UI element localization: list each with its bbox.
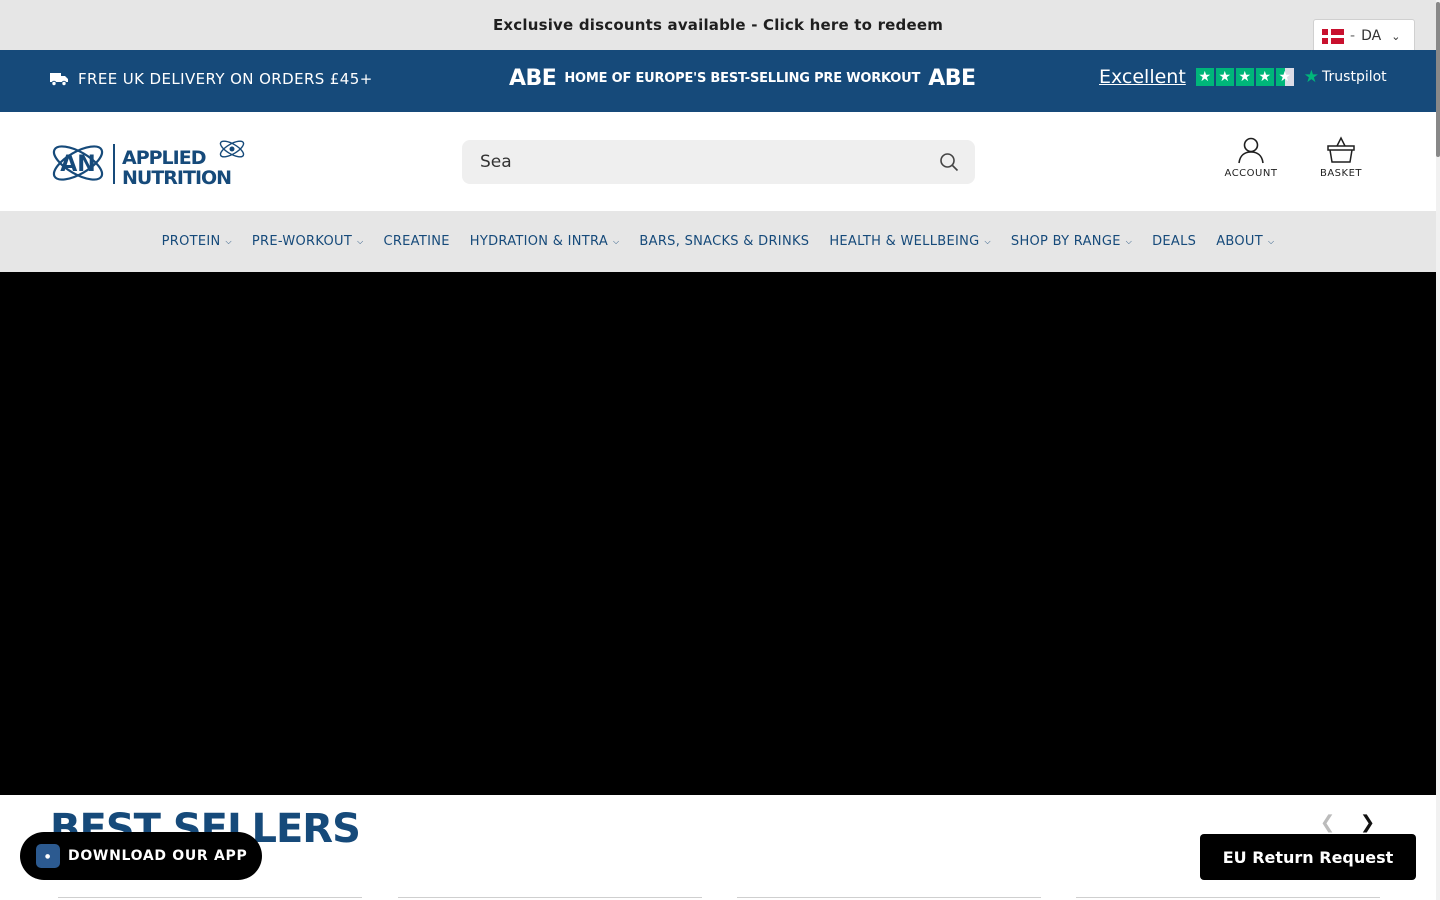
abe-banner[interactable]: ABE HOME OF EUROPE'S BEST-SELLING PRE WO…	[509, 66, 976, 91]
nav-label: HYDRATION & INTRA	[469, 234, 609, 249]
nav-label: HEALTH & WELLBEING	[829, 234, 980, 249]
nav-item-creatine[interactable]: CREATINE	[383, 234, 449, 249]
delivery-text: FREE UK DELIVERY ON ORDERS £45+	[78, 70, 373, 88]
eu-return-button[interactable]: EU Return Request	[1200, 834, 1416, 880]
chevron-down-icon: ⌄	[1391, 29, 1401, 43]
main-nav: PROTEIN ⌵ PRE-WORKOUT ⌵ CREATINE HYDRATION…	[0, 211, 1436, 272]
app-icon: ●	[36, 844, 60, 868]
trustpilot-stars: ★ ★ ★ ★ ★	[1195, 68, 1294, 86]
nav-label: BARS, SNACKS & DRINKS	[639, 234, 810, 249]
trustpilot-logo: ★ Trustpilot	[1304, 67, 1387, 87]
search-input[interactable]	[480, 140, 920, 184]
nav-item-health[interactable]: HEALTH & WELLBEING ⌵	[829, 234, 991, 249]
abe-tagline: HOME OF EUROPE'S BEST-SELLING PRE WORKOU…	[564, 71, 921, 86]
star-icon: ★	[1255, 68, 1274, 86]
search-bar[interactable]	[462, 140, 975, 184]
nav-label: ABOUT	[1216, 234, 1263, 249]
promo-link[interactable]: Exclusive discounts available - Click he…	[493, 16, 943, 34]
trustpilot-brand: Trustpilot	[1322, 69, 1387, 85]
basket-link[interactable]: BASKET	[1317, 136, 1365, 179]
country-selector[interactable]: - DA ⌄	[1313, 19, 1415, 53]
search-icon[interactable]	[939, 152, 959, 172]
basket-icon	[1327, 136, 1355, 163]
trustpilot-widget[interactable]: Excellent ★ ★ ★ ★ ★ ★ Trustpilot	[1099, 66, 1387, 88]
nav-label: PROTEIN	[161, 234, 221, 249]
abe-logo-left: ABE	[509, 66, 557, 91]
logo-line2: NUTRITION	[122, 167, 231, 189]
account-label: ACCOUNT	[1224, 168, 1278, 179]
half-star-icon: ★	[1275, 68, 1294, 86]
country-code: DA	[1361, 28, 1382, 44]
logo-monogram: AN	[60, 152, 95, 177]
user-icon	[1238, 137, 1264, 164]
nav-label: DEALS	[1152, 234, 1197, 249]
chevron-down-icon: ⌵	[357, 236, 364, 246]
site-header: AN APPLIED NUTRITION ACCOUNT BASKET	[0, 112, 1436, 211]
chevron-down-icon: ⌵	[613, 236, 620, 246]
logo-line1: APPLIED	[122, 147, 206, 169]
star-icon: ★	[1215, 68, 1234, 86]
nav-item-protein[interactable]: PROTEIN ⌵	[162, 234, 232, 249]
basket-label: BASKET	[1319, 168, 1363, 179]
download-app-button[interactable]: ● DOWNLOAD OUR APP	[20, 832, 262, 880]
nav-label: SHOP BY RANGE	[1010, 234, 1121, 249]
delivery-notice: FREE UK DELIVERY ON ORDERS £45+	[50, 70, 373, 88]
nav-label: CREATINE	[383, 234, 450, 249]
carousel-next-button[interactable]: ❯	[1360, 812, 1375, 833]
chevron-down-icon: ⌵	[1125, 236, 1133, 246]
nav-item-pre-workout[interactable]: PRE-WORKOUT ⌵	[252, 234, 364, 249]
truck-icon	[50, 73, 68, 86]
nav-item-hydration[interactable]: HYDRATION & INTRA ⌵	[470, 234, 620, 249]
scrollbar-thumb[interactable]	[1436, 2, 1440, 157]
applied-nutrition-logo[interactable]: AN APPLIED NUTRITION	[50, 134, 250, 192]
trustpilot-rating[interactable]: Excellent	[1099, 66, 1186, 88]
download-app-label: DOWNLOAD OUR APP	[68, 848, 248, 864]
nav-item-deals[interactable]: DEALS	[1152, 234, 1196, 249]
promo-bar[interactable]: Exclusive discounts available - Click he…	[0, 0, 1436, 50]
chevron-down-icon: ⌵	[984, 236, 991, 246]
page-scrollbar[interactable]	[1436, 0, 1440, 900]
denmark-flag-icon	[1322, 28, 1344, 44]
nav-label: PRE-WORKOUT	[251, 234, 353, 249]
chevron-down-icon: ⌵	[1268, 236, 1275, 246]
star-icon: ★	[1195, 68, 1214, 86]
abe-logo-right: ABE	[928, 66, 976, 91]
nav-item-about[interactable]: ABOUT ⌵	[1216, 234, 1274, 249]
chevron-down-icon: ⌵	[225, 236, 232, 246]
nav-item-shop-by-range[interactable]: SHOP BY RANGE ⌵	[1011, 234, 1132, 249]
nav-item-bars-snacks[interactable]: BARS, SNACKS & DRINKS	[639, 234, 809, 249]
star-icon: ★	[1235, 68, 1254, 86]
info-bar: FREE UK DELIVERY ON ORDERS £45+ ABE HOME…	[0, 50, 1436, 112]
country-separator: -	[1350, 28, 1356, 44]
hero-banner[interactable]	[0, 272, 1436, 795]
trustpilot-star-icon: ★	[1303, 67, 1320, 87]
account-link[interactable]: ACCOUNT	[1222, 136, 1280, 179]
carousel-prev-button[interactable]: ❮	[1320, 812, 1335, 833]
eu-return-label: EU Return Request	[1222, 847, 1394, 867]
